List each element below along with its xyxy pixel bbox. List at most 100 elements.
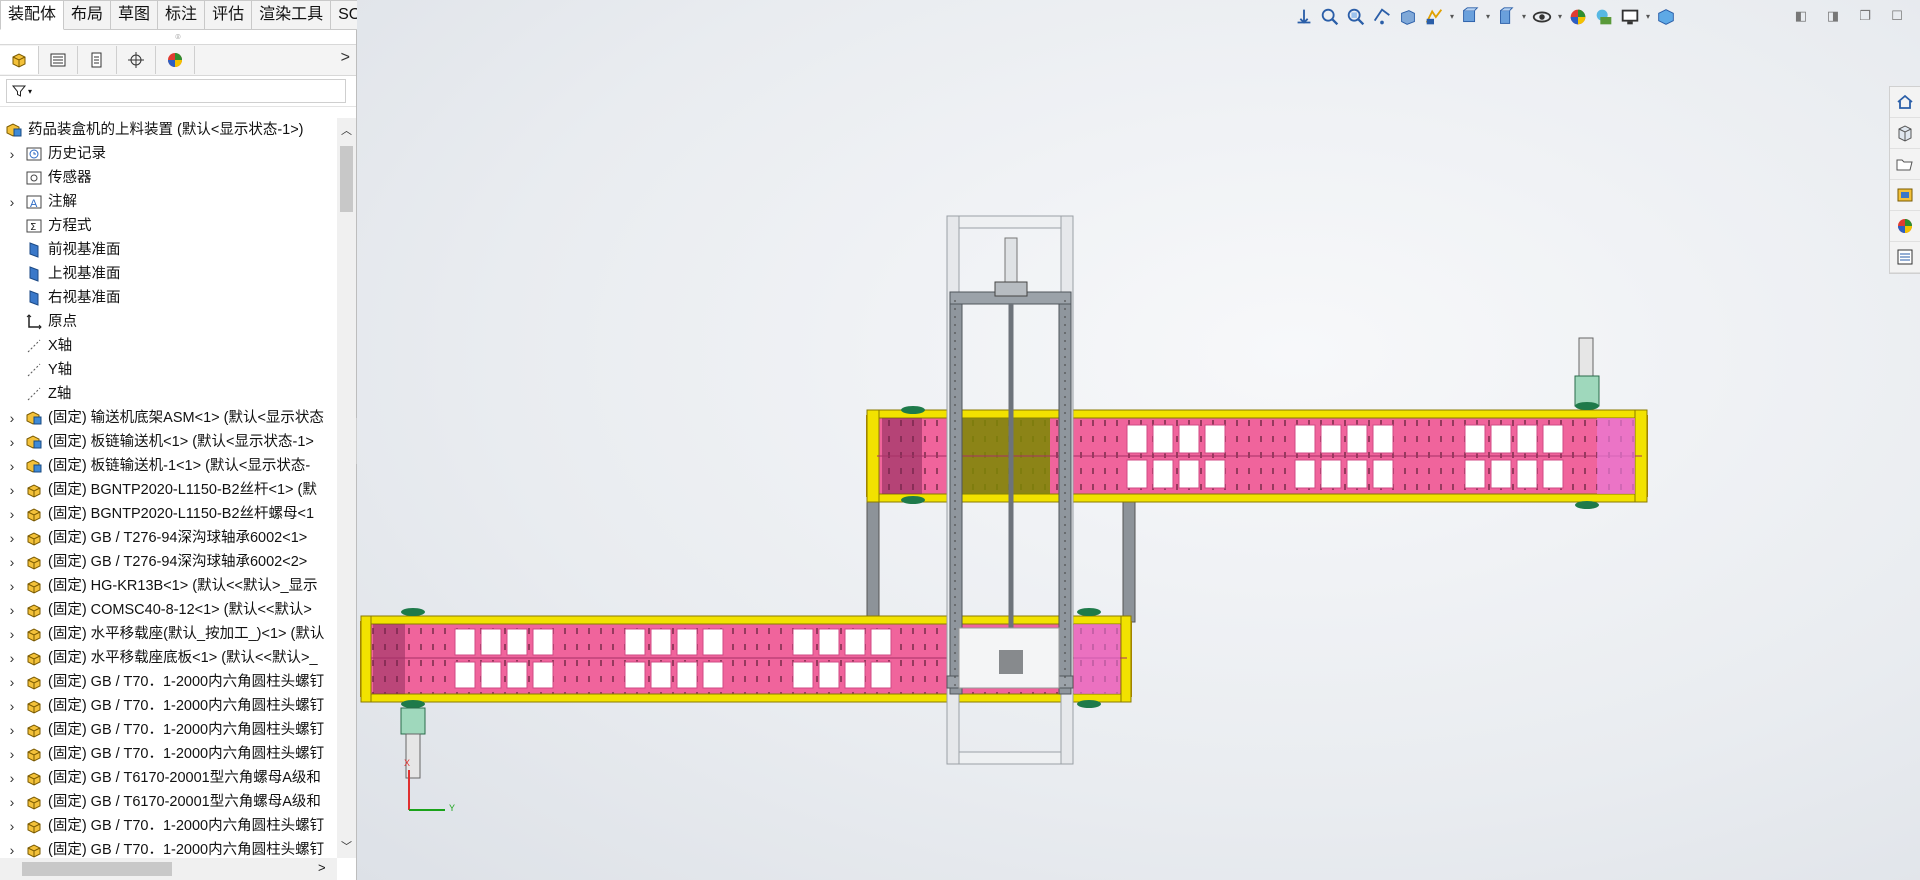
dimxpertmanager-tab[interactable] (117, 46, 156, 74)
part-icon (24, 552, 44, 572)
propertymanager-icon (50, 53, 66, 67)
tree-item[interactable]: Z轴 (0, 382, 71, 406)
expand-arrow-icon[interactable]: › (0, 694, 24, 718)
expand-arrow-icon[interactable]: › (0, 598, 24, 622)
panel-grip[interactable]: ⌾ (0, 30, 356, 44)
tree-item[interactable]: Σ 方程式 (0, 214, 92, 238)
tree-item-label: (固定) COMSC40-8-12<1> (默认<<默认> (48, 602, 312, 618)
expand-arrow-icon[interactable]: › (0, 742, 24, 766)
expand-arrow-icon[interactable]: › (0, 142, 24, 166)
tree-item[interactable]: › (固定) GB / T276-94深沟球轴承6002<2> (0, 550, 308, 574)
tree-item[interactable]: › (固定) GB / T276-94深沟球轴承6002<1> (0, 526, 308, 550)
tree-item[interactable]: Y轴 (0, 358, 72, 382)
tree-item[interactable]: 原点 (0, 310, 77, 334)
tab-2[interactable]: 草图 (111, 0, 159, 30)
tree-item[interactable]: › (固定) GB / T70．1-2000内六角圆柱头螺钉 (0, 718, 324, 742)
support-legs (866, 489, 1136, 623)
tree-item-label: (固定) HG-KR13B<1> (默认<<默认>_显示 (48, 578, 318, 594)
tab-4[interactable]: 评估 (205, 0, 253, 30)
expand-arrow-icon[interactable]: › (0, 190, 24, 214)
tab-1[interactable]: 布局 (64, 0, 112, 30)
filter-input[interactable]: ▾ (6, 79, 346, 103)
expand-arrow-icon[interactable]: › (0, 622, 24, 646)
expand-arrow-icon[interactable]: › (0, 478, 24, 502)
part-icon (24, 480, 44, 500)
propertymanager-tab[interactable] (39, 46, 78, 74)
expand-arrow-icon[interactable]: › (0, 814, 24, 838)
tree-item[interactable]: › (固定) GB / T70．1-2000内六角圆柱头螺钉 (0, 838, 324, 858)
upper-conveyor[interactable] (866, 409, 1648, 503)
part-icon (24, 792, 44, 812)
assembly-model-view[interactable]: X Y (357, 0, 1920, 880)
filter-icon (11, 85, 27, 97)
tree-item-label: (固定) 水平移载座底板<1> (默认<<默认>_ (48, 650, 318, 666)
expand-arrow-icon[interactable]: › (0, 766, 24, 790)
tree-root[interactable]: 药品装盒机的上料装置 (默认<显示状态-1>) (0, 118, 304, 142)
expand-arrow-icon[interactable]: › (0, 838, 24, 858)
tree-item-label: (固定) BGNTP2020-L1150-B2丝杆<1> (默 (48, 482, 317, 498)
feature-tree: 药品装盒机的上料装置 (默认<显示状态-1>) › 历史记录 传感器 › A 注解 Σ 方程式前… (0, 118, 337, 858)
tab-3[interactable]: 标注 (158, 0, 206, 30)
tab-5[interactable]: 渲染工具 (252, 0, 332, 30)
tree-item[interactable]: › (固定) GB / T6170-20001型六角螺母A级和 (0, 766, 321, 790)
tree-item[interactable]: 右视基准面 (0, 286, 121, 310)
tree-item[interactable]: 前视基准面 (0, 238, 121, 262)
tree-item-label: 方程式 (48, 218, 92, 234)
scroll-thumb-horizontal[interactable] (22, 862, 172, 876)
tree-item-label: (固定) GB / T6170-20001型六角螺母A级和 (48, 770, 321, 786)
part-icon (24, 816, 44, 836)
expand-arrow-icon[interactable]: › (0, 670, 24, 694)
expand-arrow-icon[interactable]: › (0, 790, 24, 814)
tree-item[interactable]: › (固定) GB / T6170-20001型六角螺母A级和 (0, 790, 321, 814)
scroll-right-icon[interactable]: > (318, 860, 326, 875)
tree-item[interactable]: › (固定) 水平移载座底板<1> (默认<<默认>_ (0, 646, 318, 670)
scroll-down-icon[interactable]: ﹀ (341, 838, 352, 854)
tree-item-label: (固定) GB / T70．1-2000内六角圆柱头螺钉 (48, 842, 325, 858)
tree-item[interactable]: X轴 (0, 334, 72, 358)
tree-item[interactable]: › (固定) COMSC40-8-12<1> (默认<<默认> (0, 598, 312, 622)
annotation-icon: A (24, 192, 44, 212)
expand-arrow-icon[interactable]: › (0, 526, 24, 550)
tree-item[interactable]: › (固定) 板链输送机-1<1> (默认<显示状态- (0, 454, 311, 478)
scroll-thumb[interactable] (340, 146, 353, 212)
tree-item[interactable]: › (固定) GB / T70．1-2000内六角圆柱头螺钉 (0, 670, 324, 694)
tree-item-label: 上视基准面 (48, 266, 121, 282)
expand-arrow-icon[interactable]: › (0, 718, 24, 742)
expand-arrow-icon[interactable]: › (0, 430, 24, 454)
tree-item[interactable]: › (固定) GB / T70．1-2000内六角圆柱头螺钉 (0, 742, 324, 766)
tree-item[interactable]: › (固定) GB / T70．1-2000内六角圆柱头螺钉 (0, 814, 324, 838)
expand-arrow-icon[interactable]: › (0, 406, 24, 430)
tree-item[interactable]: › 历史记录 (0, 142, 106, 166)
scroll-up-icon[interactable]: ︿ (341, 122, 352, 138)
tree-item[interactable]: 上视基准面 (0, 262, 121, 286)
tree-item-label: (固定) GB / T276-94深沟球轴承6002<1> (48, 530, 308, 546)
axis-icon (24, 336, 44, 356)
displaymanager-tab[interactable] (156, 46, 195, 74)
expand-arrow-icon[interactable]: › (0, 550, 24, 574)
featuremanager-tab[interactable] (0, 46, 39, 74)
tree-item[interactable]: 传感器 (0, 166, 92, 190)
tree-item-label: (固定) 板链输送机<1> (默认<显示状态-1> (48, 434, 314, 450)
tree-item[interactable]: › (固定) 水平移载座(默认_按加工_)<1> (默认 (0, 622, 325, 646)
tree-item[interactable]: › (固定) 输送机底架ASM<1> (默认<显示状态 (0, 406, 324, 430)
expand-arrow-icon[interactable]: › (0, 502, 24, 526)
chevron-right-icon[interactable]: > (341, 49, 350, 67)
tab-0[interactable]: 装配体 (0, 0, 65, 30)
graphics-area[interactable]: ▾ ▾ ▾ ▾ ▾ ◧ ◨ ❐ ☐ X Y (357, 0, 1920, 880)
dimxpert-icon (128, 52, 144, 68)
tree-item-label: (固定) GB / T70．1-2000内六角圆柱头螺钉 (48, 722, 325, 738)
configurationmanager-tab[interactable] (78, 46, 117, 74)
tree-item[interactable]: › (固定) BGNTP2020-L1150-B2丝杆<1> (默 (0, 478, 317, 502)
expand-arrow-icon[interactable]: › (0, 646, 24, 670)
part-icon (24, 696, 44, 716)
tree-item[interactable]: › A 注解 (0, 190, 77, 214)
tree-item[interactable]: › (固定) BGNTP2020-L1150-B2丝杆螺母<1 (0, 502, 314, 526)
part-icon (24, 528, 44, 548)
expand-arrow-icon[interactable]: › (0, 574, 24, 598)
expand-arrow-icon[interactable]: › (0, 454, 24, 478)
tree-item[interactable]: › (固定) HG-KR13B<1> (默认<<默认>_显示 (0, 574, 318, 598)
tree-horizontal-scrollbar[interactable]: > (0, 858, 337, 880)
tree-item[interactable]: › (固定) GB / T70．1-2000内六角圆柱头螺钉 (0, 694, 324, 718)
tree-item[interactable]: › (固定) 板链输送机<1> (默认<显示状态-1> (0, 430, 314, 454)
tree-vertical-scrollbar[interactable]: ︿ ﹀ (337, 118, 356, 858)
